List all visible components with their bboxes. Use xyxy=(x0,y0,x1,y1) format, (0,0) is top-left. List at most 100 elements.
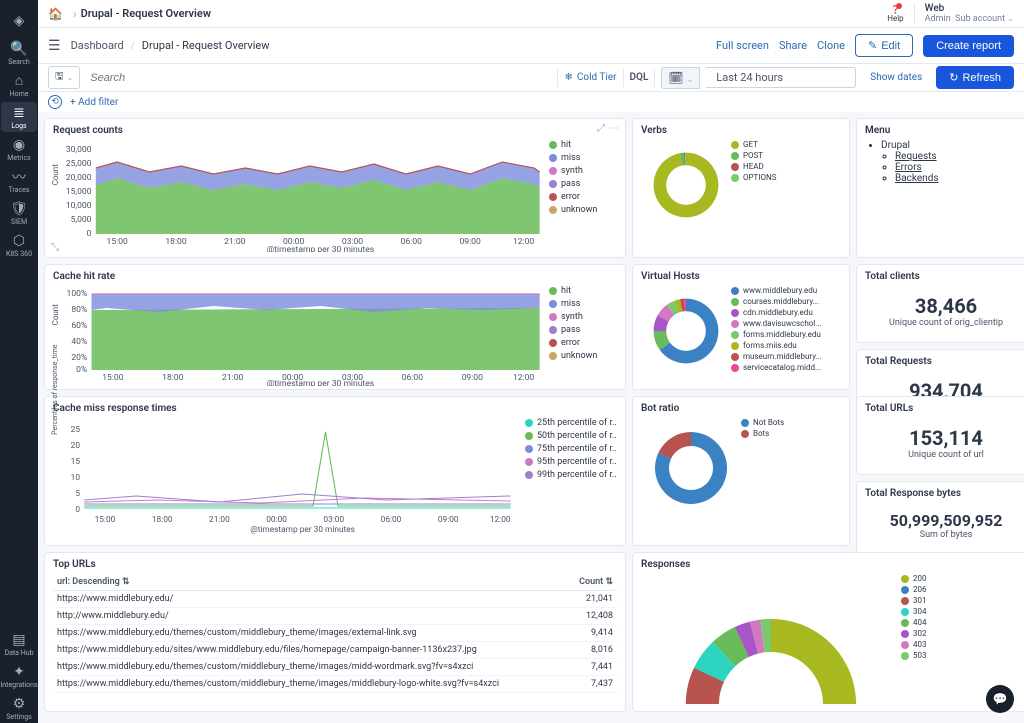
legend-item[interactable]: HEAD xyxy=(731,162,841,171)
home-breadcrumb-icon[interactable]: 🏠 xyxy=(48,7,63,21)
legend-item[interactable]: OPTIONS xyxy=(731,173,841,182)
legend-item[interactable]: Not Bots xyxy=(741,418,841,427)
legend-item[interactable]: 206 xyxy=(901,585,1024,594)
time-range-display[interactable]: Last 24 hours xyxy=(706,67,856,88)
legend-item[interactable]: 99th percentile of r... xyxy=(525,470,617,480)
legend-item[interactable]: hit xyxy=(549,140,617,150)
menu-link-errors[interactable]: Errors xyxy=(895,162,922,173)
legend-item[interactable]: POST xyxy=(731,151,841,160)
legend-item[interactable]: cdn.middlebury.edu xyxy=(731,308,841,317)
legend-item[interactable]: 95th percentile of r... xyxy=(525,457,617,467)
legend-item[interactable]: miss xyxy=(549,299,617,309)
shield-icon: 🛡 xyxy=(11,201,27,217)
sidebar-metrics[interactable]: ◉Metrics xyxy=(1,134,37,164)
traces-icon: 〰 xyxy=(11,169,27,185)
share-link[interactable]: Share xyxy=(779,39,807,52)
sidebar-logo[interactable]: ◈ xyxy=(1,6,37,36)
svg-text:15,000: 15,000 xyxy=(66,187,92,197)
legend-item[interactable]: synth xyxy=(549,312,617,322)
table-row[interactable]: https://www.middlebury.edu/sites/www.mid… xyxy=(53,642,617,659)
legend-item[interactable]: pass xyxy=(549,325,617,335)
dashboard-grid: Request counts ⤢⋯ Count 30,000 25,000 20… xyxy=(38,112,1024,723)
column-count[interactable]: Count ⇅ xyxy=(557,574,617,591)
sidebar-settings[interactable]: ⚙Settings xyxy=(1,693,37,723)
table-row[interactable]: https://www.middlebury.edu/themes/custom… xyxy=(53,625,617,642)
account-selector[interactable]: Web Admin Sub account ⌄ xyxy=(914,3,1014,24)
sort-icon: ⇅ xyxy=(122,577,130,587)
show-dates-link[interactable]: Show dates xyxy=(870,72,922,83)
panel-bot-ratio: Bot ratio Not BotsBots xyxy=(632,396,850,546)
fullscreen-link[interactable]: Full screen xyxy=(716,39,769,52)
edit-button[interactable]: ✎Edit xyxy=(855,34,913,57)
inspect-icon[interactable]: ⤢ xyxy=(597,123,605,134)
time-picker-button[interactable]: 🗓 ⌄ xyxy=(661,67,700,89)
svg-text:25: 25 xyxy=(71,424,81,434)
legend-item[interactable]: unknown xyxy=(549,351,617,361)
svg-text:10,000: 10,000 xyxy=(66,201,92,211)
menu-link-backends[interactable]: Backends xyxy=(895,173,939,184)
legend-item[interactable]: 25th percentile of r... xyxy=(525,418,617,428)
legend-item[interactable]: 304 xyxy=(901,607,1024,616)
chevron-right-icon: › xyxy=(73,7,77,21)
expand-icon[interactable]: ⤡ xyxy=(51,242,59,253)
filter-options-icon[interactable]: ⟲ xyxy=(48,95,62,109)
legend-item[interactable]: forms.miis.edu xyxy=(731,341,841,350)
sidebar-home[interactable]: ⌂Home xyxy=(1,70,37,100)
legend-item[interactable]: museum.middlebury... xyxy=(731,352,841,361)
sidebar-integrations[interactable]: ✦Integrations xyxy=(1,661,37,691)
search-input[interactable] xyxy=(86,68,551,88)
legend-item[interactable]: www.middlebury.edu xyxy=(731,286,841,295)
menu-toggle-icon[interactable]: ☰ xyxy=(48,38,61,54)
gear-icon: ⚙ xyxy=(11,696,27,712)
svg-text:18:00: 18:00 xyxy=(152,514,173,524)
column-url[interactable]: url: Descending ⇅ xyxy=(53,574,557,591)
legend-item[interactable]: courses.middlebury... xyxy=(731,297,841,306)
legend-item[interactable]: 75th percentile of r... xyxy=(525,444,617,454)
table-row[interactable]: http://www.middlebury.edu/12,408 xyxy=(53,608,617,625)
legend-item[interactable]: Bots xyxy=(741,429,841,438)
chat-widget[interactable]: 💬 xyxy=(986,685,1014,713)
clone-link[interactable]: Clone xyxy=(817,39,845,52)
sidebar-logs[interactable]: ≣Logs xyxy=(1,102,37,132)
svg-text:30,000: 30,000 xyxy=(66,145,92,155)
menu-link-requests[interactable]: Requests xyxy=(895,151,937,162)
legend-item[interactable]: www.davisuwcschol... xyxy=(731,319,841,328)
table-row[interactable]: https://www.middlebury.edu/themes/custom… xyxy=(53,676,617,693)
sidebar-search[interactable]: 🔍Search xyxy=(1,38,37,68)
legend-item[interactable]: 200 xyxy=(901,574,1024,583)
legend-item[interactable]: unknown xyxy=(549,205,617,215)
panel-actions[interactable]: ⤢⋯ xyxy=(597,123,619,134)
legend-item[interactable]: hit xyxy=(549,286,617,296)
sidebar-k8s[interactable]: ⬡K8S 360 xyxy=(1,230,37,260)
table-row[interactable]: https://www.middlebury.edu/21,041 xyxy=(53,591,617,608)
help-button[interactable]: ❓ Help xyxy=(887,5,903,23)
legend-item[interactable]: 403 xyxy=(901,640,1024,649)
dql-toggle[interactable]: DQL xyxy=(630,72,649,83)
more-icon[interactable]: ⋯ xyxy=(609,123,619,134)
sidebar-traces[interactable]: 〰Traces xyxy=(1,166,37,196)
legend-item[interactable]: 50th percentile of r... xyxy=(525,431,617,441)
refresh-button[interactable]: ↻Refresh xyxy=(936,66,1014,89)
legend-item[interactable]: error xyxy=(549,338,617,348)
sidebar-datahub[interactable]: ▤Data Hub xyxy=(1,629,37,659)
legend-item[interactable]: error xyxy=(549,192,617,202)
legend-item[interactable]: GET xyxy=(731,140,841,149)
legend-item[interactable]: miss xyxy=(549,153,617,163)
legend-item[interactable]: 404 xyxy=(901,618,1024,627)
create-report-button[interactable]: Create report xyxy=(923,35,1014,57)
saved-query-dropdown[interactable]: 🖫 ⌄ xyxy=(48,66,80,89)
legend-item[interactable]: servicecatalog.midd... xyxy=(731,363,841,372)
top-urls-table: url: Descending ⇅ Count ⇅ https://www.mi… xyxy=(53,574,617,693)
table-row[interactable]: https://www.middlebury.edu/themes/custom… xyxy=(53,659,617,676)
add-filter-link[interactable]: + Add filter xyxy=(70,97,118,108)
filter-bar: ⟲ + Add filter xyxy=(38,92,1024,112)
cold-tier-toggle[interactable]: ❄Cold Tier xyxy=(564,72,616,83)
legend-item[interactable]: pass xyxy=(549,179,617,189)
svg-text:25,000: 25,000 xyxy=(66,159,92,169)
legend-item[interactable]: 503 xyxy=(901,651,1024,660)
legend-item[interactable]: 301 xyxy=(901,596,1024,605)
legend-item[interactable]: forms.middlebury.edu xyxy=(731,330,841,339)
legend-item[interactable]: synth xyxy=(549,166,617,176)
legend-item[interactable]: 302 xyxy=(901,629,1024,638)
sidebar-siem[interactable]: 🛡SIEM xyxy=(1,198,37,228)
